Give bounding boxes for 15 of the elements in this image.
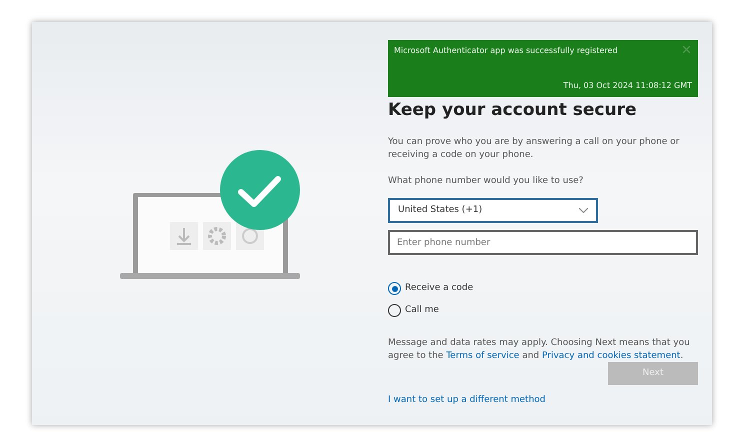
radio-option[interactable]: Receive a code	[388, 282, 698, 296]
page-heading: Keep your account secure	[388, 101, 638, 120]
toast-message: Microsoft Authenticator app was successfully registered	[394, 45, 618, 57]
description-text: You can prove who you are by answering a call on your phone or receiving a code on your phone.	[388, 136, 680, 162]
chevron-icon	[579, 208, 588, 214]
close-icon[interactable]	[683, 46, 690, 53]
question-text: What phone number would you like to use?	[388, 174, 584, 188]
toast-timestamp: Thu, 03 Oct 2024 11:08:12 GMT	[562, 80, 692, 92]
phone-input-field[interactable]: Enter phone number	[388, 230, 698, 256]
terms-link[interactable]: Terms of service	[446, 350, 520, 361]
terms-text: Message and data rates may apply. Choosing Next means that you agree to the Terms of service and Privacy and cookies statement.	[388, 337, 691, 362]
alternate-method-link[interactable]: I want to set up a different method	[388, 394, 546, 408]
country-select[interactable]: United States (+1)	[388, 198, 598, 224]
privacy-link[interactable]: Privacy and cookies statement	[542, 350, 680, 361]
radio-option[interactable]: Call me	[388, 304, 698, 318]
